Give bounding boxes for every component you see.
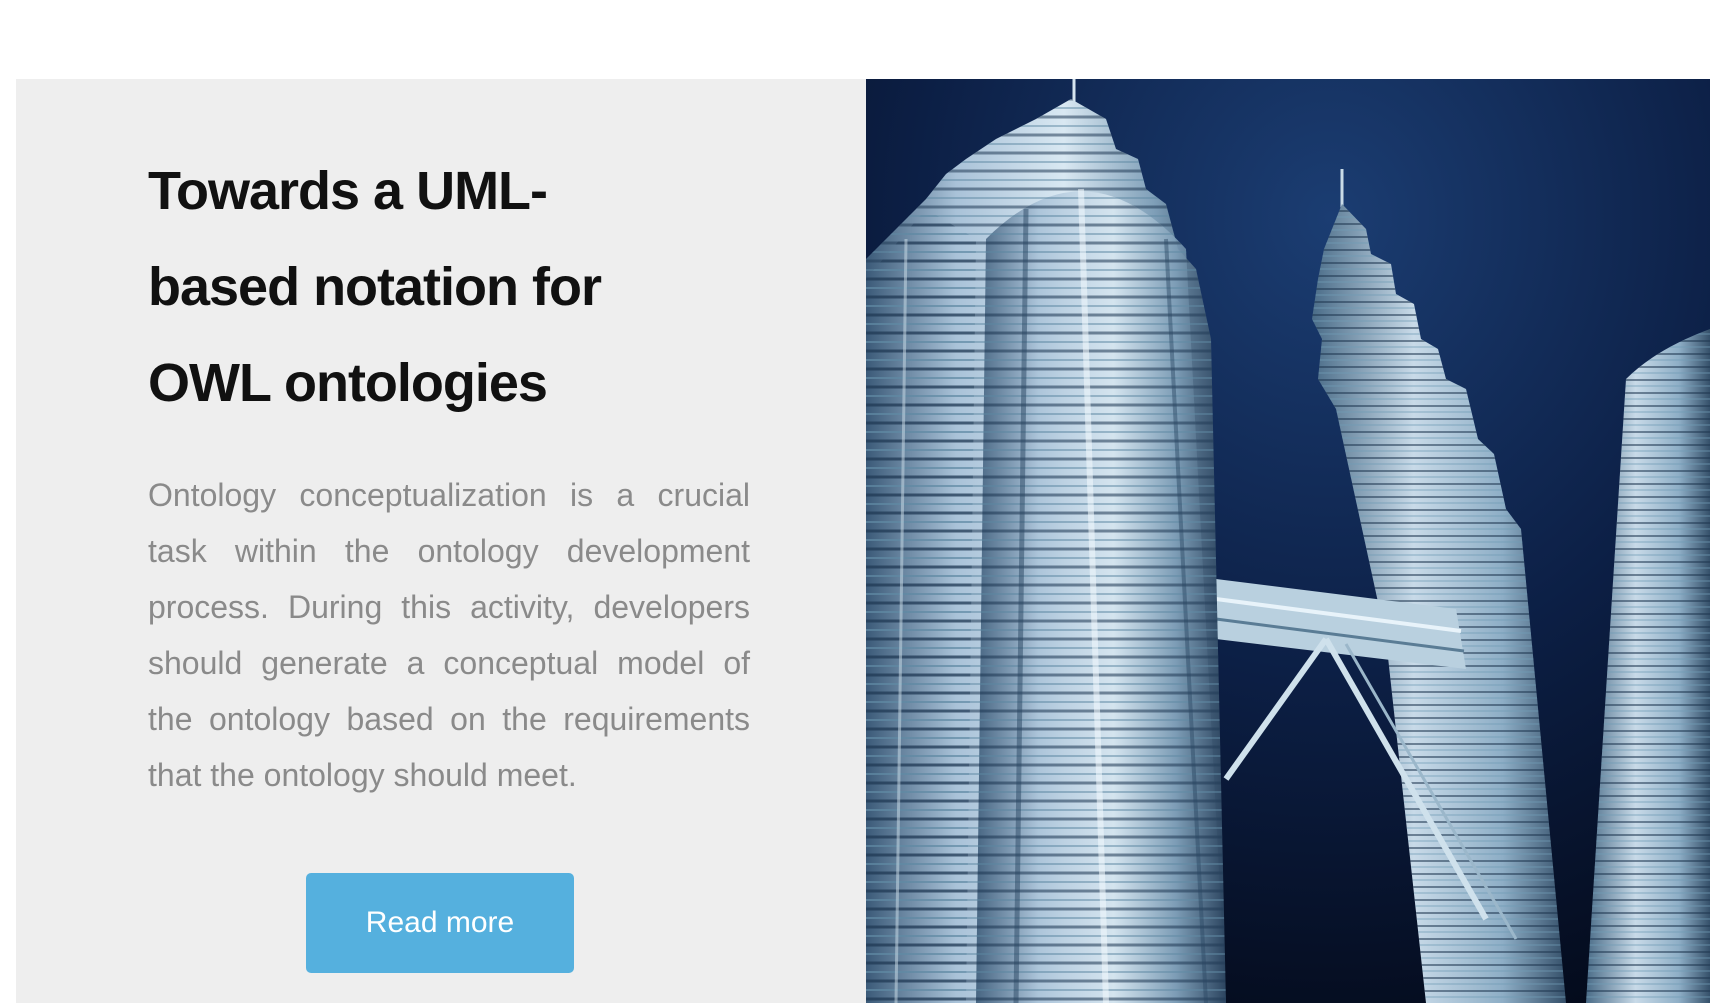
cropped-heading-fragment [620, 0, 1140, 6]
page: Towards a UML-based notation for OWL ont… [0, 0, 1710, 1003]
article-text-column: Towards a UML-based notation for OWL ont… [148, 143, 750, 803]
petronas-towers-illustration [866, 79, 1710, 1003]
article-excerpt: Ontology conceptualization is a crucial … [148, 477, 750, 793]
article-image [866, 79, 1710, 1003]
read-more-button[interactable]: Read more [306, 873, 574, 973]
article-title: Towards a UML-based notation for OWL ont… [148, 161, 602, 413]
